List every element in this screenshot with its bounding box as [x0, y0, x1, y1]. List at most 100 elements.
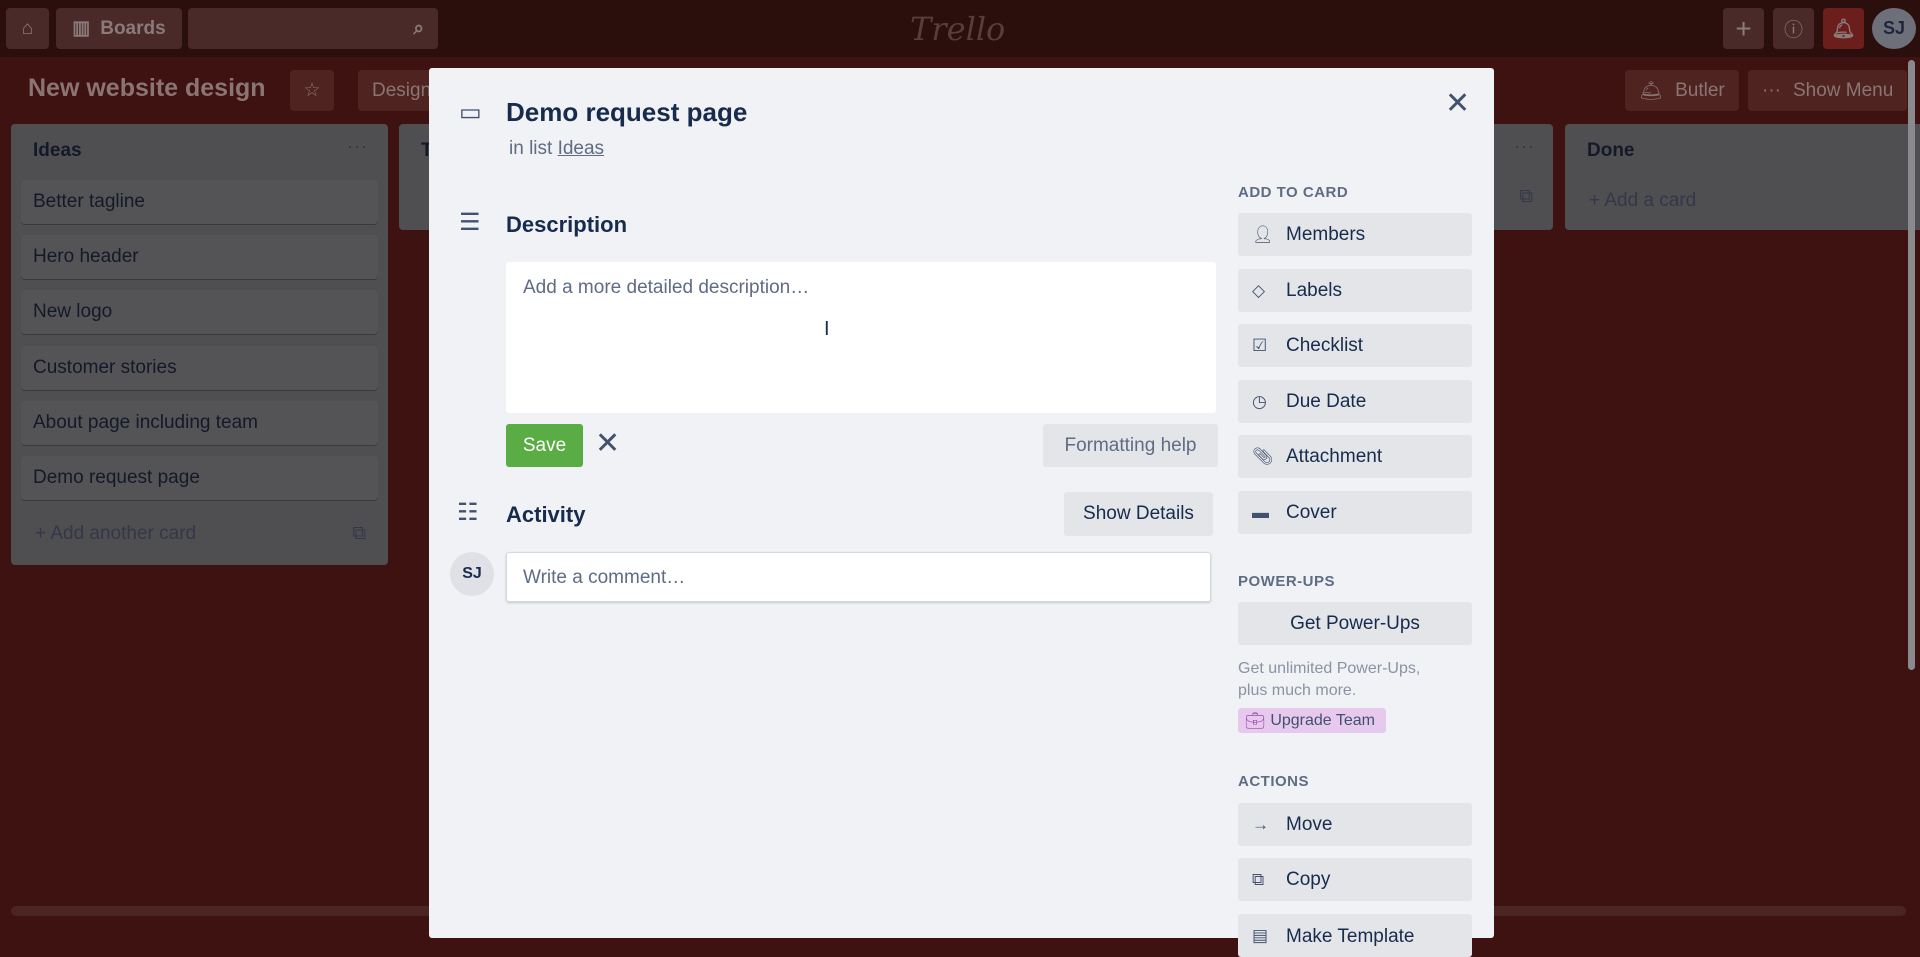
bell-icon: 🛎︎	[1639, 80, 1664, 102]
attachment-button[interactable]: 📎︎ Attachment	[1238, 435, 1472, 478]
card[interactable]: New logo	[21, 290, 378, 334]
move-button[interactable]: → Move	[1238, 803, 1472, 846]
copy-icon: ⧉	[1252, 869, 1265, 889]
add-card-button[interactable]: + Add a card	[1589, 190, 1696, 212]
list-title[interactable]: Done	[1587, 140, 1635, 162]
power-ups-heading: POWER-UPS	[1238, 573, 1336, 590]
add-card-button[interactable]: + Add another card	[35, 523, 196, 545]
in-list-prefix: in list	[509, 138, 553, 159]
clock-icon: ◷	[1252, 391, 1267, 411]
card[interactable]: Better tagline	[21, 180, 378, 224]
boards-button[interactable]: ▥ Boards	[56, 8, 182, 49]
text-cursor-icon: I	[824, 318, 830, 340]
top-bar: ⌂ ▥ Boards ⌕ Trello + ⓘ 🔔︎ SJ	[0, 0, 1920, 57]
comment-input[interactable]: Write a comment…	[506, 552, 1211, 602]
upgrade-team-label: Upgrade Team	[1270, 711, 1375, 729]
create-button[interactable]: +	[1723, 8, 1764, 49]
notifications-button[interactable]: 🔔︎	[1823, 8, 1864, 49]
card[interactable]: Customer stories	[21, 346, 378, 390]
formatting-help-button[interactable]: Formatting help	[1043, 424, 1218, 467]
button-label: Copy	[1286, 868, 1331, 890]
cover-icon: ▬	[1252, 502, 1269, 522]
copy-button[interactable]: ⧉ Copy	[1238, 858, 1472, 901]
butler-button[interactable]: 🛎︎ Butler	[1625, 70, 1739, 111]
vertical-scrollbar[interactable]	[1908, 60, 1915, 670]
add-card-label: Add another card	[50, 523, 197, 544]
more-icon: ···	[1762, 79, 1781, 101]
due-date-button[interactable]: ◷ Due Date	[1238, 380, 1472, 423]
activity-icon: ☷	[457, 499, 479, 526]
button-label: Attachment	[1286, 445, 1383, 467]
list-ideas: Ideas ··· Better tagline Hero header New…	[11, 124, 388, 565]
info-button[interactable]: ⓘ	[1773, 8, 1814, 49]
bell-icon: 🔔︎	[1831, 18, 1856, 40]
butler-label: Butler	[1675, 79, 1725, 101]
get-power-ups-button[interactable]: Get Power-Ups	[1238, 602, 1472, 645]
trello-logo: Trello	[910, 10, 1006, 48]
make-template-button[interactable]: ▤ Make Template	[1238, 914, 1472, 957]
description-icon: ☰	[459, 209, 481, 236]
list-menu-icon[interactable]: ···	[347, 136, 368, 157]
actions-heading: ACTIONS	[1238, 773, 1309, 790]
checklist-icon: ☑	[1252, 335, 1268, 355]
list-done: Done + Add a card	[1565, 124, 1920, 230]
button-label: Move	[1286, 813, 1333, 835]
star-icon: ☆	[303, 80, 321, 101]
button-label: Labels	[1286, 279, 1342, 301]
template-icon: ▤	[1252, 926, 1269, 945]
description-textarea[interactable]: Add a more detailed description…	[506, 262, 1216, 413]
list-link[interactable]: Ideas	[558, 138, 604, 159]
button-label: Make Template	[1286, 926, 1415, 947]
members-button[interactable]: 👤︎ Members	[1238, 213, 1472, 256]
in-list-text: in list Ideas	[509, 138, 604, 160]
add-card-label: Add a card	[1604, 190, 1697, 211]
card-icon: ▭	[459, 99, 482, 126]
plus-icon: +	[1735, 12, 1752, 44]
labels-button[interactable]: ◇ Labels	[1238, 269, 1472, 312]
card[interactable]: Hero header	[21, 235, 378, 279]
close-icon[interactable]: ✕	[1445, 86, 1470, 121]
boards-label: Boards	[100, 17, 166, 39]
home-button[interactable]: ⌂	[6, 8, 49, 49]
power-ups-text-line: Get unlimited Power-Ups,	[1238, 660, 1421, 677]
button-label: Checklist	[1286, 334, 1364, 356]
show-menu-label: Show Menu	[1792, 79, 1894, 101]
power-ups-text: Get unlimited Power-Ups, plus much more.	[1238, 658, 1420, 702]
search-input[interactable]: ⌕	[188, 8, 438, 49]
button-label: Cover	[1286, 501, 1337, 523]
boards-icon: ▥	[72, 18, 91, 39]
button-label: Due Date	[1286, 390, 1367, 412]
template-icon[interactable]: ⧉	[1519, 186, 1533, 208]
info-icon: ⓘ	[1783, 20, 1803, 41]
arrow-right-icon: →	[1252, 814, 1269, 834]
upgrade-team-button[interactable]: 💼︎ Upgrade Team	[1238, 708, 1386, 733]
paperclip-icon: 📎︎	[1252, 446, 1274, 466]
activity-heading: Activity	[506, 502, 586, 527]
list-menu-icon[interactable]: ···	[1514, 136, 1535, 157]
search-icon: ⌕	[413, 17, 424, 39]
tag-icon: ◇	[1252, 280, 1266, 300]
cover-button[interactable]: ▬ Cover	[1238, 491, 1472, 534]
card[interactable]: Demo request page	[21, 456, 378, 500]
save-button[interactable]: Save	[506, 424, 583, 467]
show-details-button[interactable]: Show Details	[1064, 492, 1213, 536]
person-icon: 👤︎	[1252, 224, 1274, 244]
power-ups-text-line: plus much more.	[1238, 682, 1357, 699]
card[interactable]: About page including team	[21, 401, 378, 445]
template-icon[interactable]: ⧉	[352, 523, 366, 545]
cancel-icon[interactable]: ✕	[595, 426, 620, 461]
home-icon: ⌂	[21, 17, 34, 39]
card-detail-modal: ▭ Demo request page in list Ideas ✕ ☰ De…	[429, 68, 1494, 957]
board-title[interactable]: New website design	[28, 74, 266, 103]
list-title[interactable]: Ideas	[33, 140, 82, 162]
description-heading: Description	[506, 212, 628, 237]
comment-avatar: SJ	[450, 552, 494, 596]
checklist-button[interactable]: ☑ Checklist	[1238, 324, 1472, 367]
show-menu-button[interactable]: ··· Show Menu	[1748, 70, 1908, 111]
button-label: Members	[1286, 223, 1366, 245]
avatar[interactable]: SJ	[1872, 8, 1916, 49]
add-to-card-heading: ADD TO CARD	[1238, 184, 1349, 201]
briefcase-icon: 💼︎	[1245, 712, 1266, 730]
card-title[interactable]: Demo request page	[506, 97, 747, 128]
star-button[interactable]: ☆	[290, 70, 334, 111]
